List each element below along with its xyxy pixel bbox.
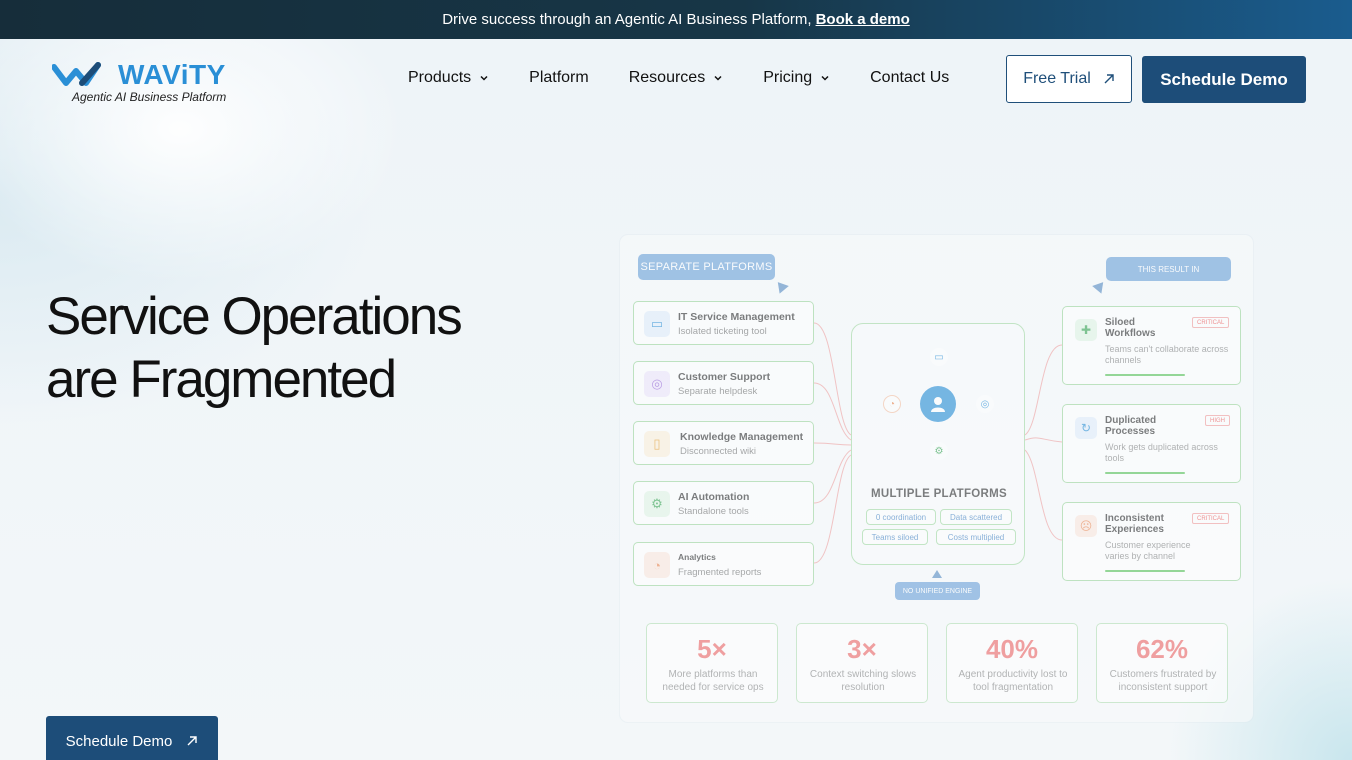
severity-badge: CRITICAL: [1192, 317, 1230, 328]
logo-tagline: Agentic AI Business Platform: [72, 90, 227, 104]
center-chip: Teams siloed: [862, 529, 928, 545]
stat-card: 62% Customers frustrated by inconsistent…: [1096, 623, 1228, 703]
logo-mark-icon: [52, 62, 101, 86]
source-item: ▭ IT Service Management Isolated ticketi…: [633, 301, 814, 345]
stat-card: 5× More platforms than needed for servic…: [646, 623, 778, 703]
source-title: Knowledge Management: [680, 431, 804, 443]
logo[interactable]: WAViTY Agentic AI Business Platform: [52, 59, 237, 107]
puzzle-icon: ✚: [1075, 319, 1097, 341]
source-subtitle: Fragmented reports: [678, 567, 762, 578]
stat-value: 40%: [985, 634, 1039, 664]
source-title: AI Automation: [678, 491, 750, 503]
hero-cta-label: Schedule Demo: [65, 732, 173, 750]
progress-bar: [1105, 570, 1185, 572]
severity-badge: HIGH: [1205, 415, 1230, 426]
nav-platform-label: Platform: [529, 69, 589, 86]
stat-label: More platforms than needed for service o…: [662, 669, 764, 693]
logo-wordmark: WAViTY: [118, 59, 226, 90]
book-icon: ▯: [644, 431, 670, 457]
monitor-icon: ▭: [644, 311, 670, 337]
result-title: Siloed Workflows: [1105, 317, 1156, 339]
source-subtitle: Standalone tools: [678, 506, 749, 517]
free-trial-button[interactable]: Free Trial: [1006, 55, 1132, 103]
headset-icon: ◎: [644, 371, 670, 397]
result-title: Duplicated Processes: [1105, 415, 1157, 437]
stat-label: Context switching slows resolution: [809, 669, 917, 693]
source-title: IT Service Management: [678, 311, 795, 323]
result-desc: Customer experience varies by channel: [1105, 540, 1191, 561]
user-icon: [920, 386, 956, 422]
monitor-icon: ▭: [930, 348, 948, 366]
stat-card: 3× Context switching slows resolution: [796, 623, 928, 703]
result-item: ☹ Inconsistent Experiences CRITICAL Cust…: [1062, 502, 1241, 581]
stat-value: 3×: [847, 634, 877, 664]
chart-icon: ◔: [883, 395, 901, 413]
result-item: ↻ Duplicated Processes HIGH Work gets du…: [1062, 404, 1241, 483]
hero-title-line2: are Fragmented: [46, 350, 397, 409]
source-title: Analytics: [678, 552, 716, 562]
chart-icon: ◔: [644, 552, 670, 578]
stat-value: 5×: [697, 634, 727, 664]
free-trial-label: Free Trial: [1023, 70, 1091, 87]
source-subtitle: Separate helpdesk: [678, 386, 758, 397]
progress-bar: [1105, 472, 1185, 474]
severity-badge: CRITICAL: [1192, 513, 1230, 524]
source-subtitle: Disconnected wiki: [680, 446, 757, 457]
chevron-down-icon: [480, 75, 488, 81]
fragmentation-diagram: SEPARATE PLATFORMS THIS RESULT IN ▭ IT S…: [620, 235, 1253, 722]
gear-icon: ⚙: [644, 491, 670, 517]
triangle-marker: [932, 570, 942, 578]
result-desc: Work gets duplicated across tools: [1105, 442, 1218, 463]
result-desc: Teams can't collaborate across channels: [1105, 344, 1229, 365]
stat-value: 62%: [1135, 634, 1189, 664]
source-subtitle: Isolated ticketing tool: [678, 326, 767, 337]
chevron-down-icon: [821, 75, 829, 81]
nav-pricing[interactable]: Pricing: [763, 69, 830, 87]
hero-title: Service Operations are Fragmented: [46, 285, 566, 411]
progress-bar: [1105, 374, 1185, 376]
stat-label: Agent productivity lost to tool fragment…: [958, 669, 1068, 693]
source-item: ⚙ AI Automation Standalone tools: [633, 481, 814, 525]
center-chip: 0 coordination: [866, 509, 936, 525]
nav-products-label: Products: [408, 69, 472, 86]
no-unified-engine-label: NO UNIFIED ENGINE: [895, 582, 980, 600]
schedule-demo-button[interactable]: Schedule Demo: [1142, 56, 1306, 103]
nav-contact[interactable]: Contact Us: [870, 69, 949, 87]
hero-schedule-demo-button[interactable]: Schedule Demo: [46, 716, 218, 760]
schedule-demo-label: Schedule Demo: [1160, 69, 1288, 89]
stat-card: 40% Agent productivity lost to tool frag…: [946, 623, 1078, 703]
hero-title-line1: Service Operations: [46, 287, 463, 346]
nav-resources[interactable]: Resources: [629, 69, 723, 87]
gear-icon: ⚙: [930, 442, 948, 460]
result-title: Inconsistent Experiences: [1105, 513, 1164, 535]
site-header: WAViTY Agentic AI Business Platform Prod…: [0, 39, 1352, 119]
arrow-up-right-icon: [187, 736, 198, 746]
nav-products[interactable]: Products: [408, 69, 489, 87]
arrow-up-right-icon: [1104, 74, 1114, 84]
nav-resources-label: Resources: [628, 69, 706, 86]
center-chip: Data scattered: [940, 509, 1012, 525]
main-nav: Products Platform Resources Pricing Cont…: [408, 69, 989, 87]
frown-icon: ☹: [1075, 515, 1097, 537]
stat-label: Customers frustrated by inconsistent sup…: [1109, 669, 1217, 693]
source-item: ◎ Customer Support Separate helpdesk: [633, 361, 814, 405]
result-label: THIS RESULT IN: [1106, 257, 1231, 281]
source-item: ◔ Analytics Fragmented reports: [633, 542, 814, 586]
nav-platform[interactable]: Platform: [529, 69, 589, 87]
source-title: Customer Support: [678, 371, 771, 383]
announcement-text: Drive success through an Agentic AI Busi…: [442, 11, 812, 28]
refresh-icon: ↻: [1075, 417, 1097, 439]
headset-icon: ◎: [976, 395, 994, 413]
source-item: ▯ Knowledge Management Disconnected wiki: [633, 421, 814, 465]
nav-pricing-label: Pricing: [763, 69, 813, 86]
center-chip: Costs multiplied: [936, 529, 1016, 545]
nav-contact-label: Contact Us: [870, 69, 950, 86]
announcement-bar: Drive success through an Agentic AI Busi…: [0, 0, 1352, 39]
separate-platforms-label: SEPARATE PLATFORMS: [638, 254, 775, 280]
result-item: ✚ Siloed Workflows CRITICAL Teams can't …: [1062, 306, 1241, 385]
multiple-platforms-box: ▭ ◔ ◎ ⚙ MULTIPLE PLATFORMS 0 coordinatio…: [851, 323, 1025, 565]
chevron-down-icon: [714, 75, 722, 81]
book-demo-link[interactable]: Book a demo: [816, 11, 910, 28]
center-title: MULTIPLE PLATFORMS: [871, 488, 1007, 500]
